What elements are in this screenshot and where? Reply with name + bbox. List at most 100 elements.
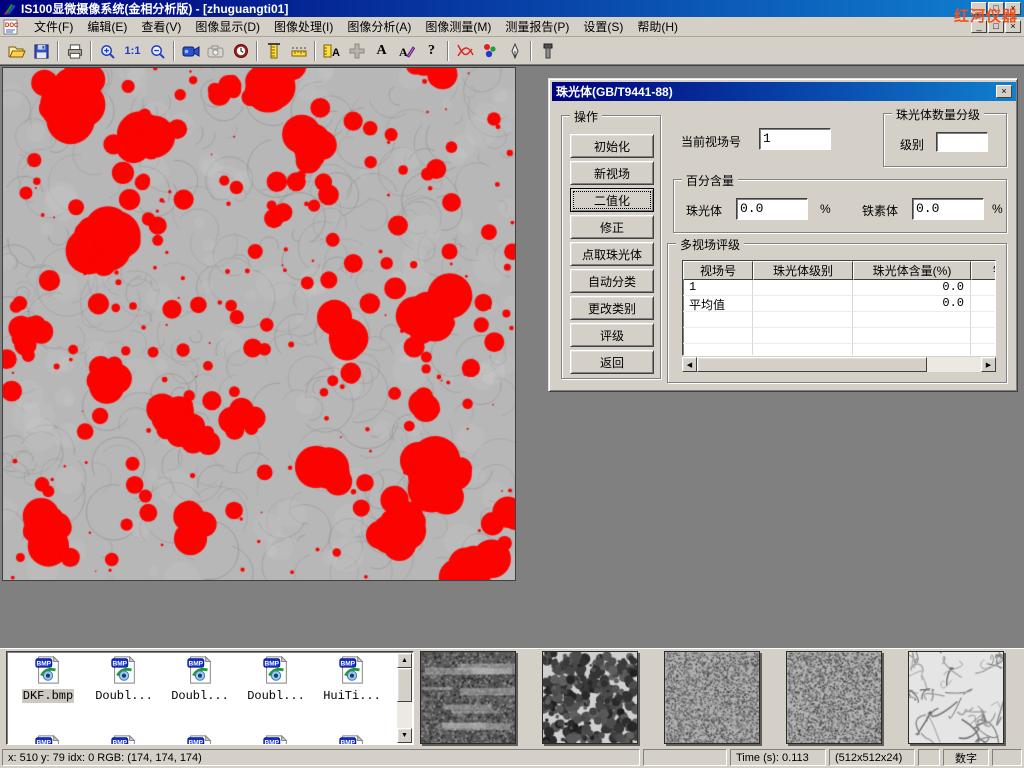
menu-file[interactable]: 文件(F) (27, 16, 80, 37)
document-icon: DOC (3, 19, 21, 35)
menu-image-display[interactable]: 图像显示(D) (188, 16, 267, 37)
scroll-left-icon[interactable]: ◀ (682, 357, 697, 372)
file-name[interactable]: DKF.bmp (22, 689, 74, 703)
file-item[interactable]: BMP Doubl... (163, 655, 237, 703)
scroll-thumb[interactable] (697, 357, 927, 372)
thumbnail-3[interactable] (664, 651, 760, 744)
svg-text:BMP: BMP (265, 739, 280, 745)
menu-image-analysis[interactable]: 图像分析(A) (340, 16, 418, 37)
ferrite-input[interactable]: 0.0 (912, 198, 984, 220)
ruler-text-icon: A (323, 43, 340, 59)
grade-button[interactable]: 评级 (570, 323, 654, 347)
file-name[interactable]: HuiTi... (322, 689, 382, 703)
file-name[interactable]: Doubl... (94, 689, 154, 703)
timer-button[interactable] (228, 40, 253, 63)
ferrite-label: 铁素体 (862, 202, 898, 219)
mode-panel: 数字 (943, 749, 989, 766)
correct-button[interactable]: 修正 (570, 215, 654, 239)
file-list[interactable]: BMPDKF.bmpBMPDoubl...BMPDoubl...BMPDoubl… (6, 651, 414, 745)
ruler-button[interactable] (286, 40, 311, 63)
dialog-close-button[interactable]: × (996, 85, 1012, 98)
curve-measure-button[interactable] (452, 40, 477, 63)
thumbnail-2[interactable] (542, 651, 638, 744)
file-name[interactable]: Doubl... (170, 689, 230, 703)
file-item-clipped[interactable]: BMP (87, 734, 161, 745)
caliper-button[interactable] (261, 40, 286, 63)
bmp-file-icon: BMP (185, 655, 215, 685)
menu-image-process[interactable]: 图像处理(I) (267, 16, 340, 37)
menu-edit[interactable]: 编辑(E) (80, 16, 134, 37)
measure-label-button[interactable]: A (319, 40, 344, 63)
annotate-button[interactable]: A (394, 40, 419, 63)
text-tool-button[interactable]: A (369, 40, 394, 63)
empty-panel (643, 749, 727, 766)
thumbnail-4[interactable] (786, 651, 882, 744)
snapshot-button[interactable] (203, 40, 228, 63)
empty-panel (992, 749, 1022, 766)
file-item[interactable]: BMPDoubl... (87, 655, 161, 703)
move-button[interactable] (344, 40, 369, 63)
new-field-button[interactable]: 新视场 (570, 161, 654, 185)
save-button[interactable] (29, 40, 54, 63)
multifield-group-label: 多视场评级 (676, 236, 744, 253)
grading-group: 珠光体数量分级 级别 (883, 113, 1007, 167)
return-button[interactable]: 返回 (570, 350, 654, 374)
table-row[interactable]: 平均值 0.0 (683, 296, 995, 312)
file-item-clipped[interactable]: BMP (239, 734, 313, 745)
zoom-in-icon (100, 44, 115, 59)
scroll-down-icon[interactable]: ▼ (397, 728, 412, 743)
file-item-clipped[interactable]: BMP (11, 734, 85, 745)
pen-tool-button[interactable] (502, 40, 527, 63)
file-item-clipped[interactable]: BMP (315, 734, 389, 745)
zoom-1to1-button[interactable]: 1:1 (120, 40, 145, 63)
grading-group-label: 珠光体数量分级 (892, 106, 984, 123)
zoom-out-button[interactable] (145, 40, 170, 63)
level-input[interactable] (936, 132, 988, 152)
file-item[interactable]: BMPDKF.bmp (11, 655, 85, 703)
pearlite-input[interactable]: 0.0 (736, 198, 808, 220)
thumbnail-5[interactable] (908, 651, 1004, 744)
flashlight-button[interactable] (535, 40, 560, 63)
print-button[interactable] (62, 40, 87, 63)
menu-settings[interactable]: 设置(S) (576, 16, 630, 37)
menu-image-measure[interactable]: 图像测量(M) (418, 16, 498, 37)
table-row-empty (683, 344, 995, 356)
thumbnail-1[interactable] (420, 651, 516, 744)
menu-bar: DOC 文件(F) 编辑(E) 查看(V) 图像显示(D) 图像处理(I) 图像… (0, 17, 1024, 37)
specimen-image[interactable] (2, 67, 516, 581)
col-ferrite: 铁素体 (971, 261, 996, 280)
zoom-in-button[interactable] (95, 40, 120, 63)
binarize-button[interactable]: 二值化 (570, 188, 654, 212)
file-item-clipped[interactable]: BMP (163, 734, 237, 745)
toolbar: 1:1 A A A ? (0, 38, 1024, 65)
scroll-thumb[interactable] (397, 668, 412, 702)
menu-view[interactable]: 查看(V) (134, 16, 188, 37)
video-capture-button[interactable] (178, 40, 203, 63)
table-row[interactable]: 1 0.0 (683, 280, 995, 296)
camera-icon (207, 45, 224, 58)
file-list-vscrollbar[interactable]: ▲▼ (397, 653, 412, 743)
scroll-up-icon[interactable]: ▲ (397, 653, 412, 668)
file-name[interactable]: Doubl... (246, 689, 306, 703)
phase-mark-button[interactable] (477, 40, 502, 63)
multifield-table[interactable]: 视场号 珠光体级别 珠光体含量(%) 铁素体 1 0.0 平均值 0.0 (682, 260, 996, 356)
bmp-file-icon: BMP (185, 734, 215, 745)
table-row-empty (683, 312, 995, 328)
auto-classify-button[interactable]: 自动分类 (570, 269, 654, 293)
file-item[interactable]: BMP Doubl... (239, 655, 313, 703)
help-button[interactable]: ? (419, 40, 444, 63)
menu-help[interactable]: 帮助(H) (630, 16, 685, 37)
current-field-input[interactable]: 1 (759, 128, 831, 150)
file-item[interactable]: BMPHuiTi... (315, 655, 389, 703)
scroll-right-icon[interactable]: ▶ (981, 357, 996, 372)
table-hscrollbar[interactable]: ◀ ▶ (682, 357, 996, 372)
pick-pearlite-button[interactable]: 点取珠光体 (570, 242, 654, 266)
zoom-out-icon (150, 44, 165, 59)
svg-text:BMP: BMP (189, 660, 204, 667)
bmp-file-icon: BMP (261, 655, 291, 685)
change-class-button[interactable]: 更改类别 (570, 296, 654, 320)
initialize-button[interactable]: 初始化 (570, 134, 654, 158)
flashlight-icon (542, 43, 554, 59)
menu-measure-report[interactable]: 测量报告(P) (498, 16, 576, 37)
open-file-button[interactable] (4, 40, 29, 63)
